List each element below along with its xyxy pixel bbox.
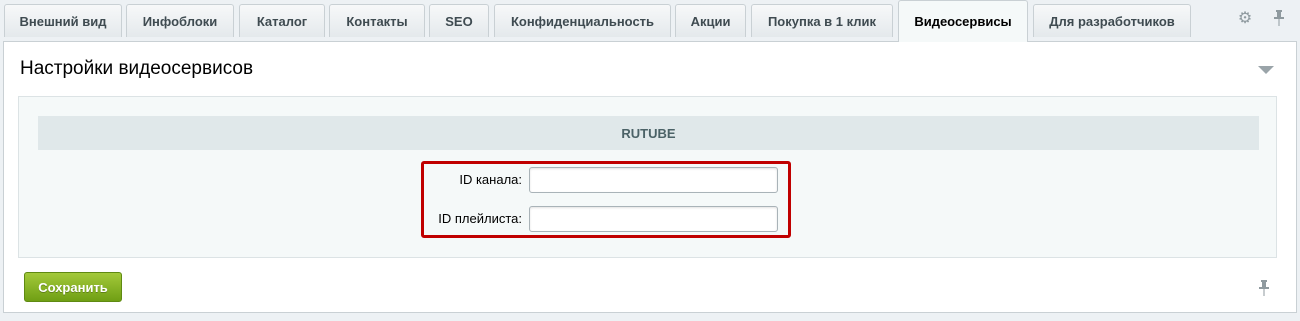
tab-infoblocks[interactable]: Инфоблоки bbox=[126, 4, 234, 37]
pin-icon[interactable] bbox=[1270, 9, 1288, 27]
pin-icon-graphic bbox=[1259, 280, 1269, 296]
playlist-id-row: ID плейлиста: bbox=[19, 206, 1278, 232]
tab-bar: Внешний вид Инфоблоки Каталог Контакты S… bbox=[0, 0, 1300, 42]
tab-appearance[interactable]: Внешний вид bbox=[4, 4, 122, 37]
tab-video-services[interactable]: Видеосервисы bbox=[898, 0, 1028, 42]
chevron-down-icon[interactable] bbox=[1258, 66, 1274, 74]
tab-one-click-purchase[interactable]: Покупка в 1 клик bbox=[751, 4, 893, 37]
save-button[interactable]: Сохранить bbox=[24, 272, 122, 302]
section-heading: RUTUBE bbox=[38, 116, 1259, 150]
playlist-id-label: ID плейлиста: bbox=[438, 211, 522, 226]
settings-panel: Настройки видеосервисов RUTUBE ID канала… bbox=[3, 41, 1297, 313]
gear-icon[interactable]: ⚙ bbox=[1236, 9, 1254, 27]
channel-id-row: ID канала: bbox=[19, 167, 1278, 193]
tab-promotions[interactable]: Акции bbox=[675, 4, 746, 37]
settings-section: RUTUBE ID канала: ID плейлиста: bbox=[18, 96, 1277, 258]
channel-id-label: ID канала: bbox=[459, 172, 522, 187]
page-title: Настройки видеосервисов bbox=[20, 58, 254, 79]
playlist-id-input[interactable] bbox=[529, 206, 778, 232]
tab-privacy[interactable]: Конфиденциальность bbox=[494, 4, 671, 37]
tab-developers[interactable]: Для разработчиков bbox=[1033, 4, 1191, 37]
tab-contacts[interactable]: Контакты bbox=[329, 4, 425, 37]
pin-icon[interactable] bbox=[1258, 280, 1270, 300]
tab-catalog[interactable]: Каталог bbox=[239, 4, 325, 37]
pin-icon-graphic bbox=[1274, 10, 1284, 26]
tab-seo[interactable]: SEO bbox=[429, 4, 489, 37]
channel-id-input[interactable] bbox=[529, 167, 778, 193]
